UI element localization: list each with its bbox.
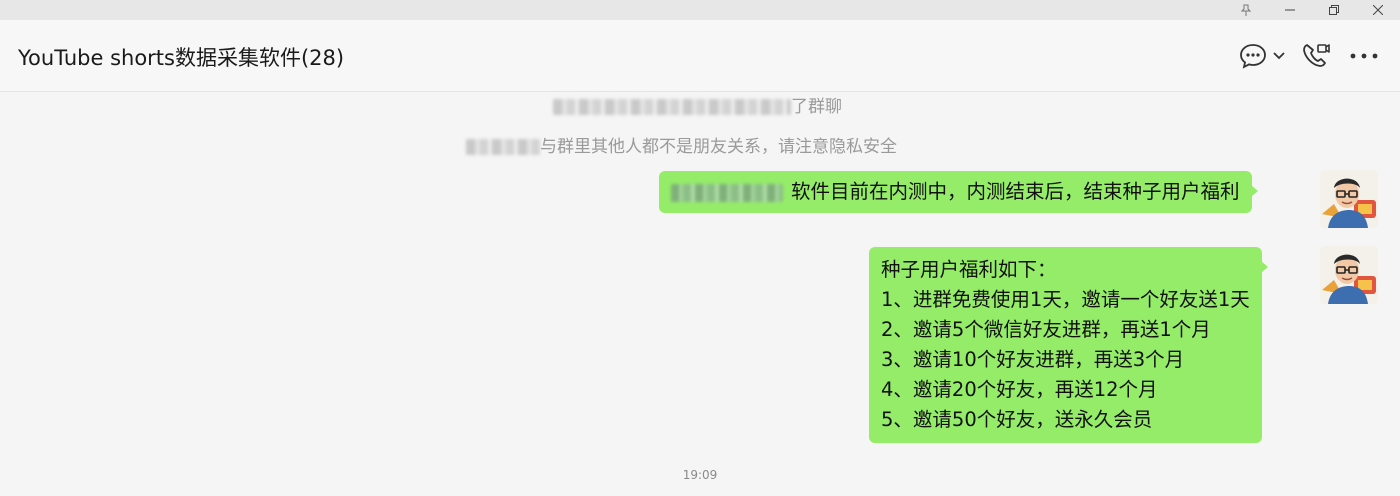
message-line: 3、邀请10个好友进群，再送3个月 [881, 348, 1185, 371]
message-timestamp: 19:09 [682, 468, 718, 482]
close-icon[interactable] [1356, 0, 1400, 20]
redacted-name [553, 99, 791, 115]
message-line: 5、邀请50个好友，送永久会员 [881, 408, 1153, 431]
message-line: 1、进群免费使用1天，邀请一个好友送1天 [881, 288, 1250, 311]
message-line: 2、邀请5个微信好友进群，再送1个月 [881, 318, 1211, 341]
message-bubble[interactable]: 软件目前在内测中，内测结束后，结束种子用户福利 [659, 171, 1258, 213]
redacted-mention [671, 183, 783, 202]
chevron-down-icon[interactable] [1272, 42, 1286, 70]
message-list[interactable]: 了群聊 与群里其他人都不是朋友关系，请注意隐私安全 软件目前在内测中，内测结束后… [0, 92, 1400, 496]
minimize-icon[interactable] [1268, 0, 1312, 20]
avatar-image [1320, 170, 1378, 228]
message-bubble[interactable]: 种子用户福利如下： 1、进群免费使用1天，邀请一个好友送1天 2、邀请5个微信好… [869, 247, 1268, 443]
avatar[interactable] [1320, 246, 1378, 304]
pin-icon[interactable] [1224, 0, 1268, 20]
chat-header: YouTube shorts数据采集软件(28) [0, 20, 1400, 92]
system-privacy-text: 与群里其他人都不是朋友关系，请注意隐私安全 [540, 137, 897, 157]
video-call-icon[interactable] [1300, 42, 1332, 70]
avatar-image [1320, 246, 1378, 304]
chat-title: YouTube shorts数据采集软件(28) [18, 46, 345, 70]
message-line: 软件目前在内测中，内测结束后，结束种子用户福利 [671, 177, 1240, 207]
avatar[interactable] [1320, 170, 1378, 228]
redacted-name [466, 139, 540, 155]
chat-bubble-icon[interactable] [1238, 42, 1268, 70]
system-message-joined: 了群聊 [553, 92, 842, 117]
restore-icon[interactable] [1312, 0, 1356, 20]
message-text: 软件目前在内测中，内测结束后，结束种子用户福利 [791, 180, 1240, 203]
message-line: 4、邀请20个好友，再送12个月 [881, 378, 1158, 401]
more-icon[interactable] [1348, 42, 1380, 70]
window-titlebar [0, 0, 1400, 20]
system-message-privacy: 与群里其他人都不是朋友关系，请注意隐私安全 [466, 132, 897, 157]
system-joined-text: 了群聊 [791, 97, 842, 117]
message-line: 种子用户福利如下： [881, 258, 1057, 281]
